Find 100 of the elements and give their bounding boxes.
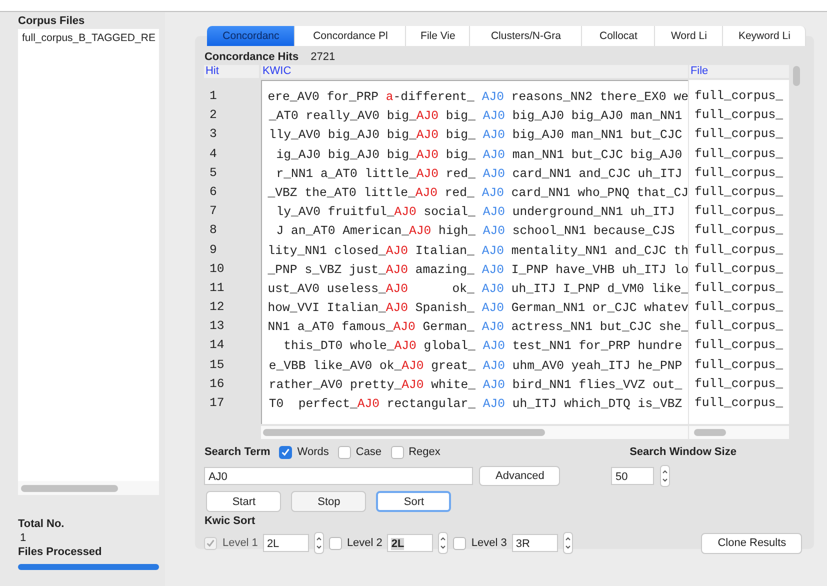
total-value: 1: [19, 531, 28, 545]
scrollbar[interactable]: [21, 484, 118, 492]
keyword: AJ0: [482, 89, 504, 106]
advanced-button[interactable]: Advanced: [479, 466, 560, 486]
hits-count: 2721: [310, 50, 336, 64]
left-context: _PNP s_VBZ just_AJ0 amazing_: [266, 262, 474, 279]
keyword: AJ0: [482, 396, 505, 413]
right-context: underground_NN1 uh_ITJ: [511, 204, 675, 222]
checkbox[interactable]: [338, 446, 351, 458]
tab[interactable]: Clusters/N-Gra: [470, 26, 582, 46]
panel-title: Corpus Files: [18, 14, 86, 28]
scrollbar[interactable]: [694, 429, 726, 436]
hit-number: 10: [208, 260, 226, 278]
table-cell-text: full_corpus_: [693, 260, 784, 278]
right-context: school_NN1 because_CJS: [511, 223, 675, 240]
left-context: rather_AV0 pretty_AJ0 white_: [268, 376, 476, 394]
checkbox[interactable]: [390, 446, 404, 458]
checkbox-label: Level 2: [346, 537, 382, 549]
right-context: uh_ITJ I_PNP d_VM0 like_: [510, 280, 688, 298]
table-cell-text: full_corpus_: [693, 299, 784, 316]
keyword: AJ0: [482, 204, 505, 222]
checkbox[interactable]: [279, 446, 292, 458]
table-cell-text: full_corpus_: [693, 376, 784, 393]
keyword: AJ0: [482, 108, 505, 126]
checkbox-label: Level 3: [471, 537, 507, 549]
checkbox[interactable]: [328, 536, 342, 550]
left-context: lly_AV0 big_AJ0 big_AJ0 big_: [268, 127, 476, 144]
keyword: AJ0: [482, 184, 504, 202]
table-cell-text: full_corpus_: [693, 242, 784, 258]
checkbox-label: Case: [356, 446, 382, 458]
left-context: this_DT0 whole_AJ0 global_: [282, 338, 476, 356]
kwic-sort-label: Kwic Sort: [204, 514, 256, 528]
hit-number: 7: [208, 203, 218, 220]
right-context: mentality_NN1 and_CJC th: [510, 242, 688, 260]
left-context: _AT0 really_AV0 big_AJ0 big_: [268, 108, 476, 126]
window-size-field[interactable]: 50: [611, 467, 654, 485]
clone-results-button[interactable]: Clone Results: [701, 532, 802, 554]
left-context: ly_AV0 fruitful_AJ0 social_: [275, 204, 476, 222]
sort-level-field[interactable]: 2L: [387, 534, 434, 552]
stepper-icon[interactable]: [438, 532, 448, 554]
hit-number: 14: [208, 337, 226, 354]
table-cell-text: full_corpus_: [693, 146, 784, 163]
hit-number: 11: [208, 280, 226, 297]
tab[interactable]: Collocat: [582, 26, 656, 46]
keyword: AJ0: [482, 146, 505, 164]
checkbox-label: Words: [297, 446, 329, 458]
hit-number: 5: [208, 164, 218, 182]
table-cell-text: full_corpus_: [693, 126, 784, 144]
keyword: AJ0: [482, 242, 504, 260]
left-context: lity_NN1 closed_AJ0 Italian_: [266, 242, 474, 260]
right-context: test_NN1 for_PRP hundre: [511, 338, 682, 356]
hit-number: 13: [208, 318, 226, 336]
table-cell-text: full_corpus_: [693, 184, 784, 201]
keyword: AJ0: [482, 338, 505, 356]
hit-number: 15: [208, 356, 226, 374]
tab[interactable]: Word Li: [655, 26, 724, 46]
left-context: NN1 a_AT0 famous_AJ0 German_: [266, 319, 474, 336]
tab[interactable]: Concordance Pl: [295, 26, 406, 46]
column-header[interactable]: Hit: [204, 65, 260, 78]
left-context: J an_AT0 American_AJ0 high_: [275, 223, 476, 240]
right-context: big_AJ0 man_NN1 but_CJC: [511, 127, 682, 144]
hit-number: 17: [208, 395, 226, 412]
right-context: I_PNP have_VHB uh_ITJ lo: [510, 262, 688, 279]
hit-number: 1: [208, 88, 218, 105]
stepper-icon[interactable]: [562, 532, 573, 554]
action-button[interactable]: Start: [206, 491, 282, 512]
file-list-item[interactable]: full_corpus_B_TAGGED_RE: [18, 29, 160, 47]
search-field[interactable]: AJ0: [204, 467, 474, 485]
left-context: ig_AJ0 big_AJ0 big_AJ0 big_: [275, 146, 476, 164]
tab[interactable]: Keyword Li: [723, 26, 806, 46]
action-button[interactable]: Sort: [376, 491, 452, 512]
checkbox-label: Level 1: [222, 537, 258, 549]
table-cell-text: full_corpus_: [693, 88, 784, 105]
scrollbar[interactable]: [263, 429, 546, 436]
right-context: bird_NN1 flies_VVZ out_: [511, 376, 682, 394]
hit-number: 9: [208, 242, 218, 258]
stepper-icon[interactable]: [660, 465, 670, 487]
left-context: T0 perfect_AJ0 rectangular_: [268, 396, 476, 413]
checkbox[interactable]: [453, 536, 466, 550]
hits-label: Concordance Hits: [204, 50, 299, 64]
right-context: reasons_NN2 there_EX0 we: [510, 89, 688, 106]
table-cell-text: full_corpus_: [693, 222, 784, 240]
scrollbar[interactable]: [793, 66, 800, 86]
table-cell-text: full_corpus_: [693, 318, 784, 336]
table-cell-text: full_corpus_: [693, 164, 784, 182]
keyword: AJ0: [482, 127, 505, 144]
left-context: _VBZ the_AT0 little_AJ0 red_: [266, 184, 474, 202]
keyword: AJ0: [482, 376, 505, 394]
table-cell-text: full_corpus_: [693, 356, 784, 374]
keyword: AJ0: [482, 223, 505, 240]
column-header[interactable]: KWIC: [261, 65, 688, 78]
total-label: Total No.: [18, 517, 66, 531]
action-button[interactable]: Stop: [291, 491, 366, 512]
table-cell-text: full_corpus_: [693, 280, 784, 297]
left-context: ust_AV0 useless_AJ0 ok_: [266, 280, 474, 298]
column-header[interactable]: File: [689, 65, 790, 78]
files-processed-label: Files Processed: [18, 545, 103, 559]
stepper-icon[interactable]: [314, 532, 324, 554]
sort-level-field[interactable]: 3R: [512, 534, 558, 552]
tab[interactable]: File Vie: [406, 26, 470, 46]
